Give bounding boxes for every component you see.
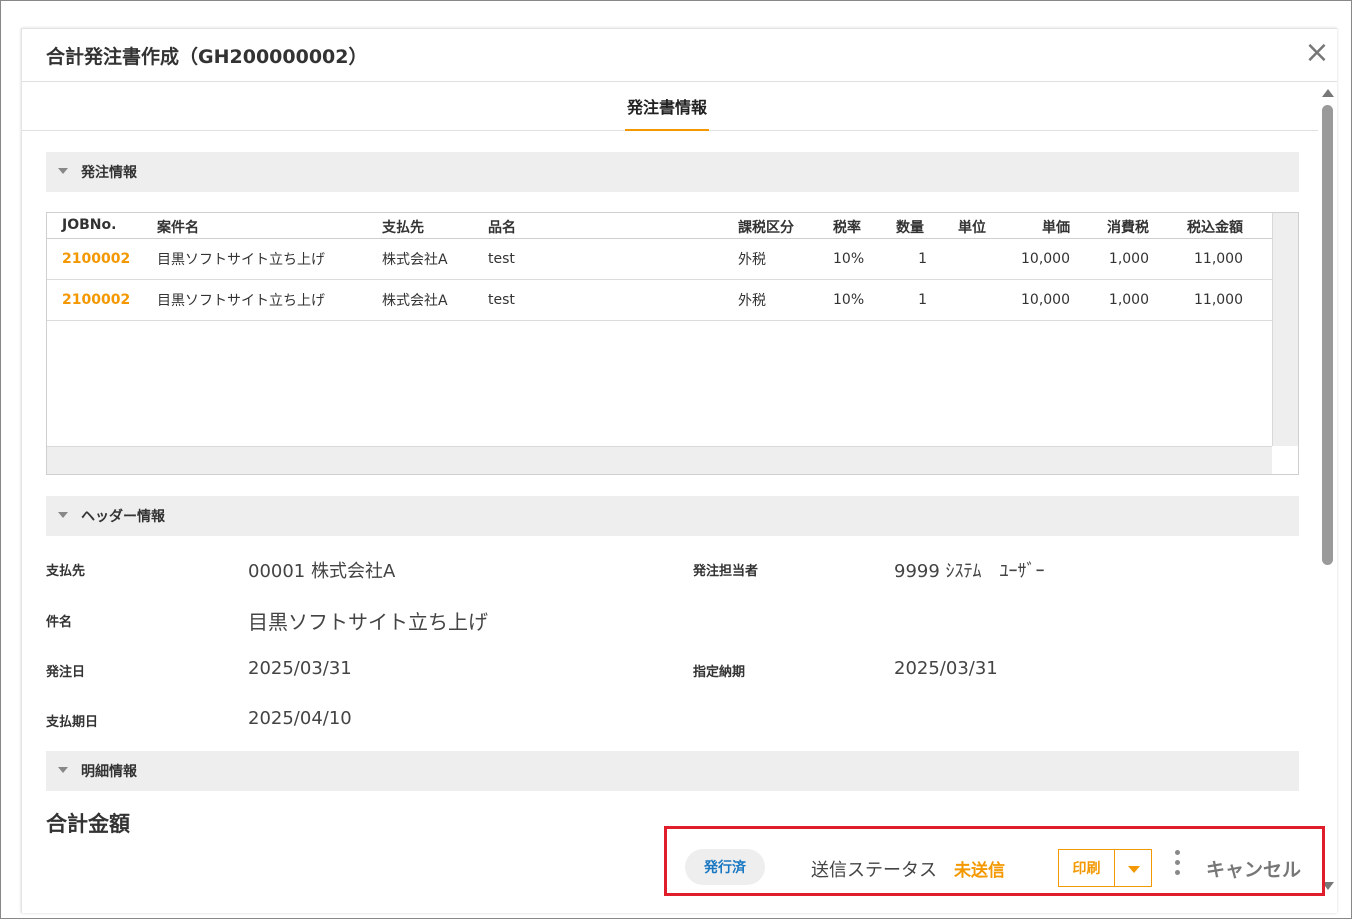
- dot: [1175, 860, 1180, 865]
- delivery-value: 2025/03/31: [894, 658, 998, 679]
- dialog-scrollbar[interactable]: [1318, 85, 1337, 913]
- section-label: 発注情報: [81, 165, 137, 181]
- grid-header: JOBNo. 案件名 支払先 品名 課税区分 税率 数量 単位 単価 消費税 税…: [47, 213, 1272, 239]
- kebab-menu-icon[interactable]: [1171, 850, 1183, 880]
- tax-type-cell: 外税: [738, 252, 766, 268]
- close-icon[interactable]: ×: [1302, 38, 1332, 68]
- app-frame: 合計発注書作成（GH200000002） × 発注書情報 発注情報 JOBNo.…: [0, 0, 1352, 919]
- send-status-label: 送信ステータス: [811, 860, 937, 881]
- print-dropdown-button[interactable]: [1114, 849, 1152, 887]
- unit-price-cell: 10,000: [1021, 292, 1070, 308]
- col-header[interactable]: 消費税: [1087, 217, 1149, 237]
- qty-cell: 1: [918, 292, 927, 308]
- table-row[interactable]: 2100002 目黒ソフトサイト立ち上げ 株式会社A test 外税 10% 1…: [47, 239, 1272, 280]
- unit-price-cell: 10,000: [1021, 251, 1070, 267]
- tax-type-cell: 外税: [738, 293, 766, 309]
- caret-down-icon: [58, 512, 68, 518]
- qty-cell: 1: [918, 251, 927, 267]
- job-no-link[interactable]: 2100002: [62, 280, 130, 320]
- section-detail-info[interactable]: 明細情報: [46, 751, 1299, 791]
- delivery-label: 指定納期: [693, 665, 746, 680]
- job-no-link[interactable]: 2100002: [62, 239, 130, 279]
- item-cell: test: [488, 292, 515, 308]
- payee-cell: 株式会社A: [382, 252, 448, 268]
- tax-cell: 1,000: [1108, 292, 1149, 308]
- col-header[interactable]: 数量: [896, 217, 924, 237]
- order-date-value: 2025/03/31: [248, 658, 352, 679]
- pay-date-value: 2025/04/10: [248, 708, 352, 729]
- grid-horizontal-scrollbar[interactable]: [47, 446, 1272, 474]
- tab-order-info[interactable]: 発注書情報: [625, 94, 710, 131]
- section-header-info[interactable]: ヘッダー情報: [46, 496, 1299, 536]
- scroll-thumb[interactable]: [1322, 105, 1333, 565]
- col-header[interactable]: 案件名: [157, 217, 199, 237]
- order-dialog: 合計発注書作成（GH200000002） × 発注書情報 発注情報 JOBNo.…: [21, 28, 1337, 913]
- cancel-button[interactable]: キャンセル: [1206, 855, 1301, 882]
- tax-rate-cell: 10%: [833, 251, 865, 267]
- orderer-value: 9999 ｼｽﾃﾑ ﾕｰｻﾞｰ: [894, 561, 1045, 582]
- chevron-down-icon: [1128, 866, 1140, 873]
- dialog-title-bar: 合計発注書作成（GH200000002） ×: [22, 29, 1337, 82]
- footer-action-bar: 発行済 送信ステータス 未送信 印刷 キャンセル: [664, 826, 1325, 896]
- tax-cell: 1,000: [1108, 251, 1149, 267]
- tax-rate-cell: 10%: [833, 292, 865, 308]
- col-header[interactable]: 税率: [833, 217, 861, 237]
- dot: [1175, 870, 1180, 875]
- project-cell: 目黒ソフトサイト立ち上げ: [157, 252, 325, 268]
- col-header[interactable]: JOBNo.: [62, 217, 116, 233]
- col-header[interactable]: 支払先: [382, 217, 424, 237]
- pay-date-label: 支払期日: [46, 715, 99, 730]
- caret-down-icon: [58, 168, 68, 174]
- subject-value: 目黒ソフトサイト立ち上げ: [248, 610, 488, 634]
- col-header[interactable]: 単位: [958, 217, 986, 237]
- col-header[interactable]: 単価: [1007, 217, 1070, 237]
- scroll-up-icon[interactable]: [1322, 89, 1334, 97]
- project-cell: 目黒ソフトサイト立ち上げ: [157, 293, 325, 309]
- subject-label: 件名: [46, 615, 73, 630]
- payee-value: 00001 株式会社A: [248, 561, 396, 582]
- col-header[interactable]: 税込金額: [1167, 217, 1243, 237]
- section-label: ヘッダー情報: [81, 509, 165, 525]
- dot: [1175, 850, 1180, 855]
- tab-bar: 発注書情報: [22, 83, 1318, 131]
- total-cell: 11,000: [1194, 292, 1243, 308]
- total-cell: 11,000: [1194, 251, 1243, 267]
- print-button[interactable]: 印刷: [1058, 849, 1114, 887]
- caret-down-icon: [58, 767, 68, 773]
- section-label: 明細情報: [81, 764, 137, 780]
- status-badge: 発行済: [685, 849, 765, 885]
- dialog-title: 合計発注書作成（GH200000002）: [46, 46, 368, 68]
- grid-vertical-scrollbar[interactable]: [1272, 213, 1298, 446]
- table-row[interactable]: 2100002 目黒ソフトサイト立ち上げ 株式会社A test 外税 10% 1…: [47, 280, 1272, 321]
- payee-cell: 株式会社A: [382, 293, 448, 309]
- order-date-label: 発注日: [46, 665, 86, 680]
- orderer-label: 発注担当者: [693, 564, 759, 579]
- col-header[interactable]: 課税区分: [738, 217, 794, 237]
- col-header[interactable]: 品名: [488, 217, 516, 237]
- total-amount-title: 合計金額: [46, 812, 130, 836]
- payee-label: 支払先: [46, 564, 86, 579]
- order-grid: JOBNo. 案件名 支払先 品名 課税区分 税率 数量 単位 単価 消費税 税…: [46, 212, 1299, 475]
- item-cell: test: [488, 251, 515, 267]
- send-status-value: 未送信: [954, 861, 1005, 881]
- section-order-info[interactable]: 発注情報: [46, 152, 1299, 192]
